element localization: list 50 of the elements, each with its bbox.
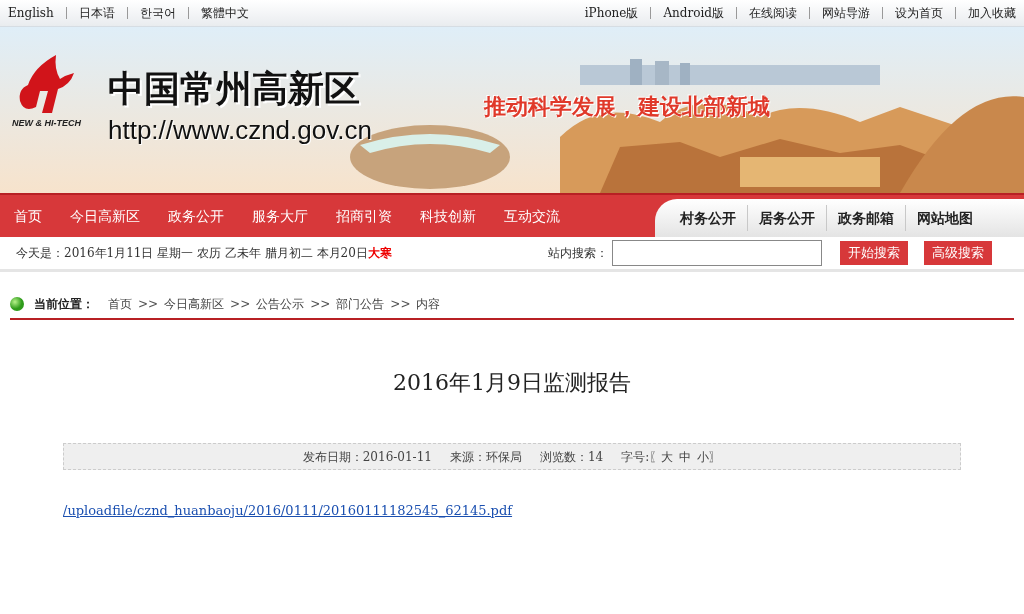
search-label: 站内搜索： xyxy=(548,245,608,262)
top-link[interactable]: Android版 xyxy=(663,4,724,22)
breadcrumb-link[interactable]: 今日高新区 xyxy=(164,295,225,313)
breadcrumb-link[interactable]: 公告公示 xyxy=(256,295,305,313)
breadcrumb-label: 当前位置： xyxy=(34,296,94,313)
top-link[interactable]: iPhone版 xyxy=(584,4,639,22)
font-size-link[interactable]: 小 xyxy=(697,447,710,466)
bullet-icon xyxy=(10,297,24,311)
font-size-link[interactable]: 大 xyxy=(661,447,674,466)
top-link[interactable]: 加入收藏 xyxy=(968,4,1016,22)
breadcrumb-separator: >> xyxy=(390,296,411,313)
info-text: 浏览数：14 xyxy=(539,448,604,466)
nav-link[interactable]: 政务公开 xyxy=(160,205,232,227)
date-line: 今天是：2016年1月11日 星期一 农历 乙未年 腊月初二 本月20日大寒 xyxy=(16,245,393,262)
article-title: 2016年1月9日监测报告 xyxy=(393,369,631,397)
breadcrumb-link[interactable]: 部门公告 xyxy=(336,295,385,313)
bracket-text: 〗 xyxy=(709,448,722,466)
language-link[interactable]: 日本语 xyxy=(78,4,115,22)
nav-link[interactable]: 互动交流 xyxy=(496,205,568,227)
logo-caption: NEW & HI-TECH xyxy=(12,117,81,130)
breadcrumb-separator: >> xyxy=(310,296,331,313)
info-text: 来源：环保局 xyxy=(449,448,522,466)
language-link[interactable]: English xyxy=(8,4,54,22)
font-size-link[interactable]: 中 xyxy=(679,447,692,466)
search-button[interactable]: 开始搜索 xyxy=(840,241,908,265)
nav-link[interactable]: 招商引资 xyxy=(328,205,400,227)
site-url: http://www.cznd.gov.cn xyxy=(108,115,372,145)
nav-link[interactable]: 居务公开 xyxy=(748,207,826,229)
nav-link[interactable]: 今日高新区 xyxy=(62,205,148,227)
breadcrumb-link[interactable]: 首页 xyxy=(108,295,132,313)
breadcrumb-separator: >> xyxy=(138,296,159,313)
font-size-label: 字号:〖 xyxy=(621,448,662,466)
top-link[interactable]: 在线阅读 xyxy=(749,4,797,22)
breadcrumb-separator: >> xyxy=(230,296,251,313)
attachment-link[interactable]: /uploadfile/cznd_huanbaoju/2016/0111/20160111182545_62145.pdf xyxy=(63,503,513,518)
breadcrumb-link[interactable]: 内容 xyxy=(416,295,441,313)
nav-link[interactable]: 首页 xyxy=(6,205,50,227)
nav-link[interactable]: 科技创新 xyxy=(412,205,484,227)
nav-link[interactable]: 服务大厅 xyxy=(244,205,316,227)
site-title: 中国常州高新区 xyxy=(108,69,360,109)
info-text: 发布日期：2016-01-11 xyxy=(302,448,432,466)
top-link[interactable]: 网站导游 xyxy=(822,4,870,22)
nav-link[interactable]: 网站地图 xyxy=(906,207,984,229)
search-button[interactable]: 高级搜索 xyxy=(924,241,992,265)
search-field[interactable] xyxy=(612,240,822,266)
nav-link[interactable]: 村务公开 xyxy=(669,207,747,229)
language-link[interactable]: 한국어 xyxy=(139,4,176,22)
nav-link[interactable]: 政务邮箱 xyxy=(827,207,905,229)
language-link[interactable]: 繁體中文 xyxy=(200,4,249,22)
top-link[interactable]: 设为首页 xyxy=(895,4,943,22)
